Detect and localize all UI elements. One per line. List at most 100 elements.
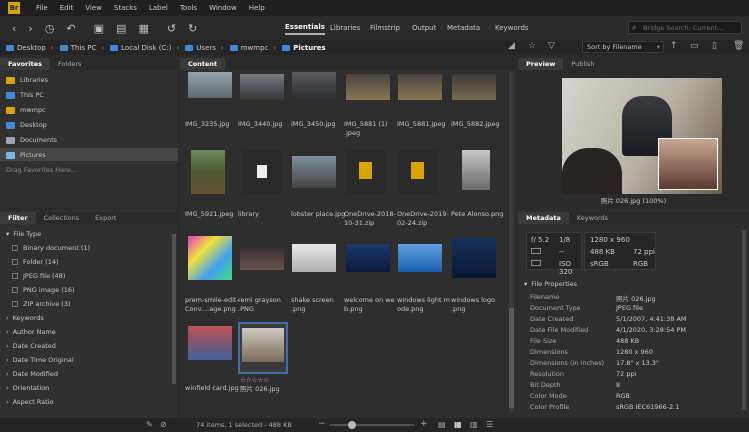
favorite-libraries[interactable]: Libraries xyxy=(6,76,48,84)
menu-tools[interactable]: Tools xyxy=(180,4,197,12)
sort-dropdown[interactable]: Sort by Filename ▾ xyxy=(582,41,664,53)
checkbox[interactable] xyxy=(12,287,18,293)
filter-group[interactable]: › Date Modified xyxy=(6,370,58,378)
filter-type-item[interactable]: Binary document (1) xyxy=(12,244,90,252)
thumbnail-onedrive-2018[interactable] xyxy=(346,150,386,194)
favorite-desktop[interactable]: Desktop xyxy=(6,121,47,129)
scrollbar-thumb[interactable] xyxy=(509,308,514,408)
thumbnail-shake-screen[interactable] xyxy=(292,244,336,272)
path-pictures[interactable]: Pictures xyxy=(282,44,326,52)
filter-type-item[interactable]: PNG image (16) xyxy=(12,286,75,294)
filter-group[interactable]: › Keywords xyxy=(6,314,44,322)
menu-help[interactable]: Help xyxy=(249,4,265,12)
zoom-slider-thumb[interactable] xyxy=(348,421,356,429)
filter-group[interactable]: › Date Time Original xyxy=(6,356,74,364)
boomerang-icon[interactable]: ↶ xyxy=(66,22,75,35)
checkbox[interactable] xyxy=(12,245,18,251)
filter-scrollbar[interactable] xyxy=(172,234,176,384)
menu-file[interactable]: File xyxy=(36,4,48,12)
path-this-pc[interactable]: This PC › xyxy=(59,44,104,52)
tab-publish[interactable]: Publish xyxy=(563,58,602,70)
selected-thumbnail[interactable] xyxy=(238,322,288,374)
recent-icon[interactable]: ◷ xyxy=(45,22,55,35)
workspace-metadata[interactable]: Metadata xyxy=(447,21,480,35)
refine-icon[interactable]: ▤ xyxy=(116,22,126,35)
rotate-left-icon[interactable]: ↺ xyxy=(167,22,176,35)
grid-view-icon[interactable]: ▦ xyxy=(454,420,462,429)
path-local-disk[interactable]: Local Disk (C:) › xyxy=(110,44,179,52)
thumbnail-welcome-on-web[interactable] xyxy=(346,244,390,272)
path-mwmpc[interactable]: mwmpc › xyxy=(229,44,276,52)
thumbnail-library[interactable] xyxy=(242,150,282,194)
tab-export[interactable]: Export xyxy=(87,212,124,224)
favorite-documents[interactable]: Documents xyxy=(6,136,57,144)
zoom-out-icon[interactable]: − xyxy=(318,419,326,429)
thumbnail-remi-grayson[interactable] xyxy=(240,248,284,270)
metadata-value[interactable]: 照片 026.jpg xyxy=(616,293,656,303)
tab-collections[interactable]: Collections xyxy=(36,212,88,224)
filter-type-item[interactable]: ZIP archive (3) xyxy=(12,300,71,308)
tab-favorites[interactable]: Favorites xyxy=(0,58,50,70)
filter-group[interactable]: › Author Name xyxy=(6,328,56,336)
quality-icon[interactable]: ◢ xyxy=(508,41,515,51)
filter-group[interactable]: › Date Created xyxy=(6,342,56,350)
details-view-icon[interactable]: ▥ xyxy=(470,420,478,429)
rotate-right-icon[interactable]: ↻ xyxy=(188,22,197,35)
no-icon[interactable]: ⊘ xyxy=(160,420,167,429)
favorite-pictures[interactable]: Pictures xyxy=(6,151,46,159)
zoom-in-icon[interactable]: + xyxy=(420,419,428,429)
path-users[interactable]: Users › xyxy=(185,44,224,52)
thumbnail-img-3450[interactable] xyxy=(292,72,336,100)
metadata-section-file-properties[interactable]: ▾ File Properties xyxy=(524,280,577,288)
menu-view[interactable]: View xyxy=(85,4,102,12)
tab-keywords[interactable]: Keywords xyxy=(569,212,616,224)
thumbnail-windows-light-mode[interactable] xyxy=(398,244,442,272)
menu-label[interactable]: Label xyxy=(149,4,168,12)
tab-folders[interactable]: Folders xyxy=(50,58,89,70)
lock-icon[interactable]: ▤ xyxy=(438,420,446,429)
thumbnail-img-5921[interactable] xyxy=(191,150,225,194)
filter-icon[interactable]: ▽ xyxy=(548,41,555,51)
metadata-scrollbar[interactable] xyxy=(742,230,746,410)
menu-window[interactable]: Window xyxy=(209,4,237,12)
thumbnail-img-5881-1[interactable] xyxy=(346,74,390,100)
checkbox[interactable] xyxy=(12,301,18,307)
rating-filter-icon[interactable]: ☆ xyxy=(528,41,536,51)
forward-icon[interactable]: › xyxy=(28,22,32,35)
thumbnail-pete-alonso[interactable] xyxy=(462,150,490,190)
zoom-slider[interactable] xyxy=(330,421,414,429)
loupe-tool[interactable] xyxy=(658,138,718,190)
thumbnail-img-5881[interactable] xyxy=(398,74,442,100)
search-input[interactable]: Bridge Search: Current... xyxy=(628,21,742,34)
sort-direction-icon[interactable]: ↑ xyxy=(670,41,678,51)
checkbox[interactable] xyxy=(12,259,18,265)
tab-filter[interactable]: Filter xyxy=(0,212,36,224)
menu-edit[interactable]: Edit xyxy=(60,4,74,12)
workspace-filmstrip[interactable]: Filmstrip xyxy=(370,21,400,35)
open-icon[interactable]: ▦ xyxy=(138,22,148,35)
filter-type-item[interactable]: Folder (14) xyxy=(12,258,59,266)
open-recent-icon[interactable]: ▯ xyxy=(712,41,717,51)
filter-group[interactable]: › Orientation xyxy=(6,384,49,392)
back-icon[interactable]: ‹ xyxy=(12,22,16,35)
checkbox[interactable] xyxy=(12,273,18,279)
thumbnail-img-3440[interactable] xyxy=(240,74,284,100)
delete-icon[interactable]: 🗑 xyxy=(733,41,744,51)
workspace-keywords[interactable]: Keywords xyxy=(495,21,529,35)
thumbnail-photo-026[interactable] xyxy=(242,328,284,362)
thumbnail-winfield-card[interactable] xyxy=(188,326,232,360)
thumbnail-img-5882[interactable] xyxy=(452,74,496,100)
content-scrollbar[interactable] xyxy=(509,72,514,412)
thumbnail-prem-smile[interactable] xyxy=(188,236,232,280)
menu-stacks[interactable]: Stacks xyxy=(114,4,137,12)
filter-group-file-type[interactable]: ▾ File Type xyxy=(6,230,41,238)
filter-group[interactable]: › Aspect Ratio xyxy=(6,398,53,406)
favorite-mwmpc[interactable]: mwmpc xyxy=(6,106,46,114)
filter-type-item[interactable]: JPEG file (48) xyxy=(12,272,65,280)
new-folder-icon[interactable]: ▭ xyxy=(690,41,699,51)
workspace-output[interactable]: Output xyxy=(412,21,436,35)
thumbnail-onedrive-2019[interactable] xyxy=(398,150,438,194)
tab-metadata[interactable]: Metadata xyxy=(518,212,569,224)
thumbnail-img-3235[interactable] xyxy=(188,72,232,98)
tab-preview[interactable]: Preview xyxy=(518,58,564,70)
